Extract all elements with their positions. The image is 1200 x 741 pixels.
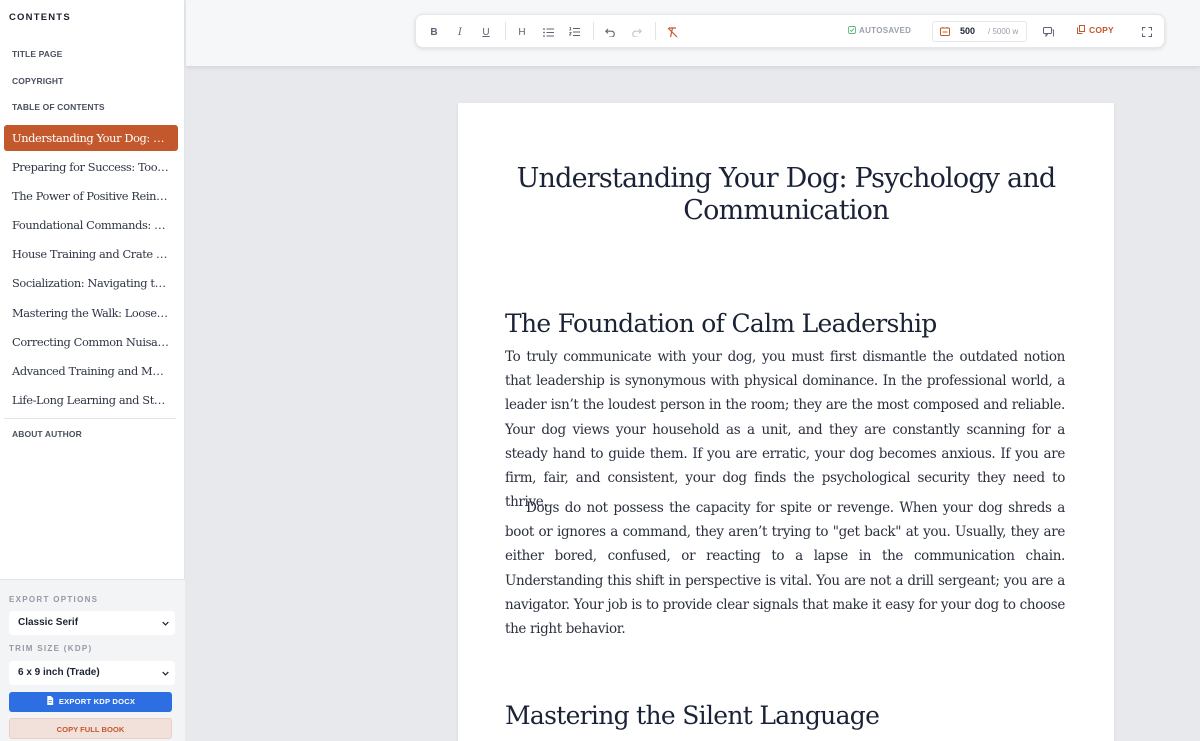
sidebar-chapter-8[interactable]: Correcting Common Nuisance Behaviors bbox=[4, 329, 178, 355]
fullscreen-button[interactable] bbox=[1140, 24, 1154, 40]
sidebar-chapter-5[interactable]: House Training and Crate Basics bbox=[4, 241, 178, 267]
copy-button[interactable]: COPY bbox=[1077, 25, 1114, 35]
undo-icon bbox=[604, 28, 615, 37]
sidebar-chapter-4[interactable]: Foundational Commands: The Basics bbox=[4, 212, 178, 238]
sidebar-chapter-2[interactable]: Preparing for Success: Tools and Environ… bbox=[4, 154, 178, 180]
paragraph: Dogs do not possess the capacity for spi… bbox=[505, 500, 1065, 638]
sidebar-chapter-6[interactable]: Socialization: Navigating the Human Worl… bbox=[4, 270, 178, 296]
sidebar-chapter-3[interactable]: The Power of Positive Reinforcement bbox=[4, 183, 178, 209]
trim-size-label: TRIM SIZE (KDP) bbox=[9, 644, 93, 653]
italic-button[interactable]: I bbox=[453, 24, 467, 40]
clear-formatting-icon bbox=[667, 26, 677, 37]
sidebar-divider bbox=[4, 418, 176, 419]
numbered-list-button[interactable] bbox=[567, 24, 581, 40]
section-heading: The Foundation of Calm Leadership bbox=[505, 309, 937, 338]
sidebar-chapter-10[interactable]: Life-Long Learning and Strengthening the… bbox=[4, 387, 178, 413]
chevron-down-icon bbox=[162, 671, 169, 676]
italic-icon: I bbox=[458, 26, 462, 38]
trim-size-select-value: 6 x 9 inch (Trade) bbox=[18, 667, 100, 678]
sidebar-title: CONTENTS bbox=[9, 12, 71, 23]
clear-formatting-button[interactable] bbox=[665, 24, 679, 40]
style-select-value: Classic Serif bbox=[18, 617, 79, 628]
underline-button[interactable]: U bbox=[479, 24, 493, 40]
sidebar-item-about-author[interactable]: ABOUT AUTHOR bbox=[12, 429, 82, 439]
underline-icon: U bbox=[482, 26, 490, 38]
trim-size-select[interactable]: 6 x 9 inch (Trade) bbox=[9, 661, 175, 685]
sidebar-chapter-9[interactable]: Advanced Training and Mental Stimulation bbox=[4, 358, 178, 384]
undo-button[interactable] bbox=[603, 24, 617, 40]
bold-button[interactable]: B bbox=[427, 24, 441, 40]
cloud-check-icon bbox=[848, 26, 856, 34]
copy-icon bbox=[1077, 25, 1085, 34]
export-kdp-docx-label: EXPORT KDP DOCX bbox=[58, 697, 136, 706]
contents-sidebar: CONTENTS TITLE PAGE COPYRIGHT TABLE OF C… bbox=[0, 0, 185, 741]
paragraph: To truly communicate with your dog, you … bbox=[505, 349, 1065, 511]
style-select[interactable]: Classic Serif bbox=[9, 611, 175, 635]
autosave-status: AUTOSAVED bbox=[848, 26, 911, 35]
chapter-title: Understanding Your Dog: Psychology and C… bbox=[516, 163, 1057, 226]
chevron-down-icon bbox=[162, 621, 169, 626]
fullscreen-icon bbox=[1142, 27, 1152, 37]
sidebar-chapter-7[interactable]: Mastering the Walk: Loose Leash Walking bbox=[4, 300, 178, 326]
document-icon bbox=[47, 696, 54, 705]
autosave-label: AUTOSAVED bbox=[859, 26, 912, 35]
toolbar-separator bbox=[505, 22, 506, 40]
target-icon bbox=[940, 27, 950, 36]
redo-button[interactable] bbox=[629, 24, 643, 40]
export-panel: EXPORT OPTIONS Classic Serif TRIM SIZE (… bbox=[0, 579, 185, 741]
toolbar-separator bbox=[593, 22, 594, 40]
word-count-total: / 5000 w bbox=[988, 27, 1019, 36]
sidebar-item-title-page[interactable]: TITLE PAGE bbox=[12, 49, 62, 59]
comments-button[interactable] bbox=[1041, 24, 1055, 40]
heading-button[interactable]: H bbox=[515, 24, 529, 40]
heading-icon: H bbox=[518, 26, 526, 38]
redo-icon bbox=[631, 28, 642, 37]
word-count-value: 500 bbox=[960, 26, 976, 36]
export-options-label: EXPORT OPTIONS bbox=[9, 595, 99, 604]
export-kdp-docx-button[interactable]: EXPORT KDP DOCX bbox=[9, 692, 172, 712]
copy-full-book-button[interactable]: COPY FULL BOOK bbox=[9, 718, 172, 739]
document-page[interactable]: Understanding Your Dog: Psychology and C… bbox=[458, 103, 1114, 741]
copy-label: COPY bbox=[1089, 25, 1114, 35]
comments-icon bbox=[1042, 27, 1054, 37]
sidebar-item-copyright[interactable]: COPYRIGHT bbox=[12, 76, 63, 86]
bullet-list-button[interactable] bbox=[541, 24, 555, 40]
sidebar-item-table-of-contents[interactable]: TABLE OF CONTENTS bbox=[12, 102, 105, 112]
section-heading: Mastering the Silent Language bbox=[505, 701, 880, 730]
toolbar-separator bbox=[655, 22, 656, 40]
editor-toolbar: B I U H AUTOSAVED 500 / 5000 w COPY bbox=[415, 14, 1165, 48]
sidebar-chapter-1[interactable]: Understanding Your Dog: Psychology and C… bbox=[4, 125, 178, 151]
numbered-list-icon bbox=[568, 27, 580, 36]
bullet-list-icon bbox=[542, 27, 554, 37]
word-count-box[interactable]: 500 / 5000 w bbox=[932, 21, 1027, 42]
bold-icon: B bbox=[430, 26, 438, 38]
